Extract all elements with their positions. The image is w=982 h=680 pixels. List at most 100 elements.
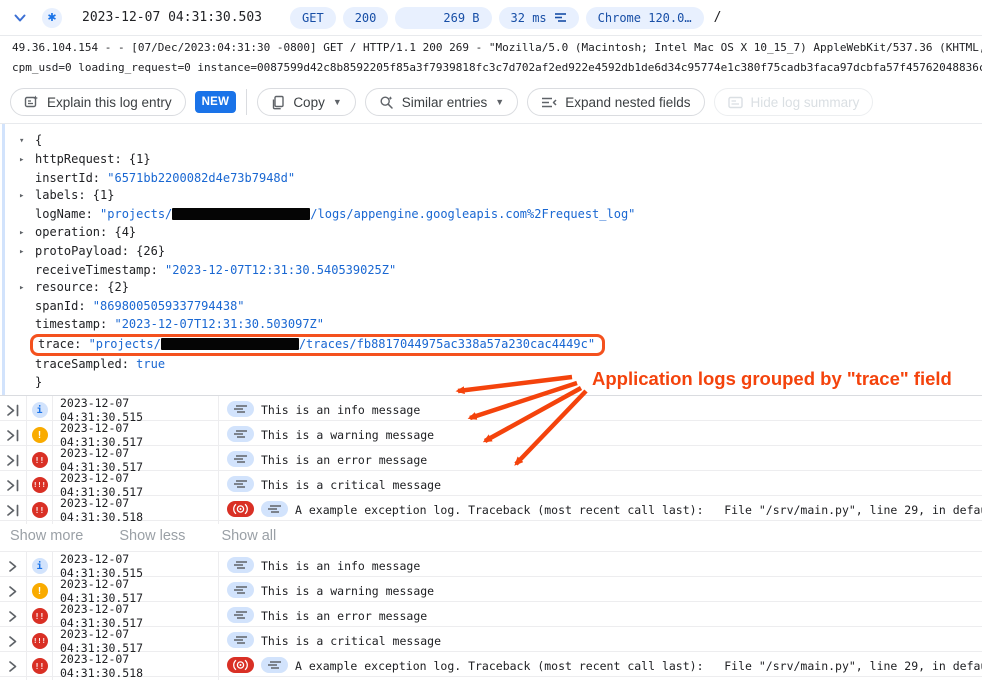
expand-nested-fields-button[interactable]: Expand nested fields <box>527 88 704 116</box>
expand-toggle-icon[interactable]: ▸ <box>15 244 35 262</box>
log-row[interactable]: !!2023-12-07 04:31:30.517This is an erro… <box>0 446 982 471</box>
log-row[interactable]: !!2023-12-07 04:31:30.518 A example excep… <box>0 496 982 521</box>
request-path: / <box>714 10 722 25</box>
json-key: receiveTimestamp: <box>35 263 165 277</box>
severity-error-icon: !! <box>32 608 48 624</box>
log-summary-pill-icon[interactable] <box>227 476 254 495</box>
log-row[interactable]: !2023-12-07 04:31:30.517This is a warnin… <box>0 421 982 446</box>
copy-button[interactable]: Copy ▼ <box>257 88 355 116</box>
expand-toggle-icon[interactable]: ▾ <box>15 133 35 151</box>
response-size-badge[interactable]: 269 B <box>395 7 491 29</box>
log-timestamp: 2023-12-07 04:31:30.518 <box>52 652 218 680</box>
severity-error-icon: !! <box>32 658 48 674</box>
log-summary-pill-icon[interactable] <box>227 557 254 576</box>
log-summary-pill-icon[interactable] <box>227 632 254 651</box>
log-summary-pill-icon[interactable] <box>227 451 254 470</box>
error-reporting-icon[interactable] <box>227 657 254 676</box>
log-summary-pill-icon[interactable] <box>227 582 254 601</box>
header-timestamp: 2023-12-07 04:31:30.503 <box>82 10 262 25</box>
log-message: A example exception log. Traceback (most… <box>295 659 982 673</box>
log-message-cell: A example exception log. Traceback (most… <box>218 652 982 680</box>
log-summary-pill-icon[interactable] <box>227 607 254 626</box>
severity-cell: !! <box>26 652 52 680</box>
similar-entries-button[interactable]: Similar entries ▼ <box>365 88 518 116</box>
open-in-panel-icon[interactable] <box>0 496 26 524</box>
json-field-tree: ▾{▸httpRequest: {1}insertId: "6571bb2200… <box>2 124 982 395</box>
json-key: insertId: <box>35 171 107 185</box>
expand-chevron-icon[interactable] <box>0 552 26 580</box>
open-in-panel-icon[interactable] <box>0 396 26 424</box>
expand-chevron-icon[interactable] <box>0 652 26 680</box>
redaction-bar <box>161 338 299 350</box>
expand-chevron-icon[interactable] <box>0 627 26 655</box>
log-timestamp: 2023-12-07 04:31:30.515 <box>52 552 218 580</box>
json-field-row: trace: "projects//traces/fb8817044975ac3… <box>5 334 982 356</box>
log-message: A example exception log. Traceback (most… <box>295 503 982 517</box>
open-in-panel-icon[interactable] <box>0 446 26 474</box>
expand-chevron-icon[interactable] <box>0 577 26 605</box>
expand-chevron-icon[interactable] <box>0 602 26 630</box>
user-agent-badge[interactable]: Chrome 120.0… <box>586 7 704 29</box>
log-message-cell: This is a critical message <box>218 627 982 655</box>
log-summary-pill-icon[interactable] <box>227 426 254 445</box>
json-field-row: receiveTimestamp: "2023-12-07T12:31:30.5… <box>5 262 982 280</box>
log-entry-toolbar: Explain this log entry NEW Copy ▼ Simila… <box>0 81 982 124</box>
expand-toggle-icon[interactable]: ▸ <box>15 225 35 243</box>
severity-critical-icon: !!! <box>32 633 48 649</box>
severity-error-icon: !! <box>32 452 48 468</box>
json-field-row: logName: "projects//logs/appengine.googl… <box>5 206 982 224</box>
chevron-down-icon[interactable] <box>10 8 30 28</box>
log-summary-pill-icon[interactable] <box>261 501 288 520</box>
open-in-panel-icon[interactable] <box>0 471 26 499</box>
severity-critical-icon: !!! <box>32 477 48 493</box>
severity-cell: !! <box>26 602 52 630</box>
expand-toggle-icon[interactable]: ▸ <box>15 280 35 298</box>
log-timestamp: 2023-12-07 04:31:30.515 <box>52 396 218 424</box>
severity-cell: !! <box>26 496 52 524</box>
json-value: "projects/ <box>100 207 172 221</box>
latency-badge[interactable]: 32 ms <box>499 7 579 29</box>
log-row[interactable]: !!2023-12-07 04:31:30.518 A example excep… <box>0 652 982 677</box>
show-all-link[interactable]: Show all <box>221 528 276 544</box>
log-row[interactable]: !!!2023-12-07 04:31:30.517This is a crit… <box>0 627 982 652</box>
expand-toggle-icon[interactable]: ▸ <box>15 188 35 206</box>
severity-warning-icon: ! <box>32 583 48 599</box>
expand-toggle-icon[interactable]: ▸ <box>15 152 35 170</box>
http-status-badge[interactable]: 200 <box>343 7 389 29</box>
json-value: "projects/ <box>89 337 161 351</box>
show-less-link[interactable]: Show less <box>119 528 185 544</box>
log-message-cell: A example exception log. Traceback (most… <box>218 496 982 524</box>
log-row[interactable]: i2023-12-07 04:31:30.515This is an info … <box>0 552 982 577</box>
log-message: This is a warning message <box>261 584 434 598</box>
ai-document-icon <box>24 95 39 110</box>
json-value: {1} <box>129 152 151 166</box>
toolbar-divider <box>246 89 247 115</box>
log-entry-header-row[interactable]: ✱ 2023-12-07 04:31:30.503 GET 200 269 B … <box>0 0 982 36</box>
log-row[interactable]: !!!2023-12-07 04:31:30.517This is a crit… <box>0 471 982 496</box>
open-in-panel-icon[interactable] <box>0 421 26 449</box>
explain-log-entry-button[interactable]: Explain this log entry <box>10 88 186 116</box>
error-reporting-icon[interactable] <box>227 501 254 520</box>
severity-cell: i <box>26 396 52 424</box>
show-more-link[interactable]: Show more <box>10 528 83 544</box>
severity-cell: ! <box>26 421 52 449</box>
log-summary-pill-icon[interactable] <box>227 401 254 420</box>
log-timestamp: 2023-12-07 04:31:30.518 <box>52 496 218 524</box>
log-row[interactable]: !2023-12-07 04:31:30.517 This is a warnin… <box>0 577 982 602</box>
log-row[interactable]: i2023-12-07 04:31:30.515This is an info … <box>0 396 982 421</box>
json-value: "2023-12-07T12:31:30.540539025Z" <box>165 263 396 277</box>
json-key: httpRequest: <box>35 152 129 166</box>
json-key: timestamp: <box>35 317 114 331</box>
copy-icon <box>271 95 285 110</box>
json-key: logName: <box>35 207 100 221</box>
http-method-badge[interactable]: GET <box>290 7 336 29</box>
log-timestamp: 2023-12-07 04:31:30.517 <box>52 577 218 605</box>
chevron-down-icon: ▼ <box>495 97 504 107</box>
log-summary-pill-icon[interactable] <box>261 657 288 676</box>
log-row[interactable]: !!2023-12-07 04:31:30.517This is an erro… <box>0 602 982 627</box>
latency-value: 32 ms <box>511 11 547 25</box>
hide-log-summary-button: Hide log summary <box>714 88 874 116</box>
json-value: {4} <box>114 225 136 239</box>
json-value: /traces/fb8817044975ac338a57a230cac4449c… <box>299 337 595 351</box>
json-value: {2} <box>107 280 129 294</box>
